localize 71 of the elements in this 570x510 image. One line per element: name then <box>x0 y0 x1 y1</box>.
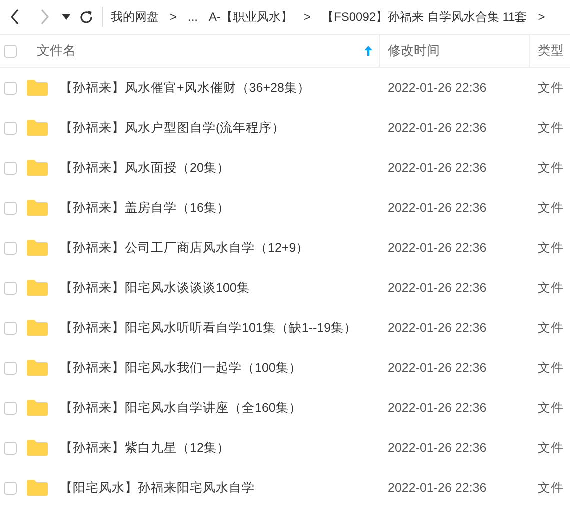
row-checkbox[interactable] <box>4 282 17 294</box>
file-type: 文件 <box>537 280 565 296</box>
file-type: 文件 <box>537 160 565 176</box>
folder-icon <box>27 240 48 256</box>
breadcrumb-item[interactable]: ... <box>188 10 198 24</box>
modified-time: 2022-01-26 22:36 <box>387 121 488 135</box>
breadcrumb-item[interactable]: > <box>304 10 312 24</box>
folder-icon <box>27 440 48 456</box>
row-checkbox[interactable] <box>4 362 17 374</box>
folder-icon <box>27 80 48 96</box>
row-checkbox[interactable] <box>4 402 17 414</box>
modified-time: 2022-01-26 22:36 <box>387 481 488 495</box>
file-name[interactable]: 【孙福来】阳宅风水听听看自学101集（缺1--19集） <box>60 320 358 336</box>
modified-time: 2022-01-26 22:36 <box>387 321 488 335</box>
folder-icon <box>27 200 48 216</box>
select-all-checkbox[interactable] <box>4 44 17 58</box>
file-type: 文件 <box>537 360 565 376</box>
modified-time: 2022-01-26 22:36 <box>387 81 488 95</box>
file-name[interactable]: 【孙福来】风水户型图自学(流年程序） <box>60 120 286 136</box>
row-checkbox[interactable] <box>4 162 17 174</box>
folder-icon <box>27 480 48 496</box>
modified-time: 2022-01-26 22:36 <box>387 361 488 375</box>
breadcrumb-item[interactable]: 【FS0092】孙福来 自学风水合集 11套 <box>322 8 528 26</box>
modified-time: 2022-01-26 22:36 <box>387 401 488 415</box>
caret-icon[interactable] <box>62 14 71 20</box>
row-checkbox[interactable] <box>4 82 17 94</box>
folder-icon <box>27 320 48 336</box>
column-header[interactable]: 类型 <box>538 42 564 60</box>
row-checkbox[interactable] <box>4 202 17 214</box>
file-type: 文件 <box>537 480 565 496</box>
modified-time: 2022-01-26 22:36 <box>387 281 488 295</box>
file-name[interactable]: 【阳宅风水】孙福来阳宅风水自学 <box>60 480 255 496</box>
modified-time: 2022-01-26 22:36 <box>387 161 488 175</box>
file-name[interactable]: 【孙福来】风水面授（20集） <box>60 160 230 176</box>
file-type: 文件 <box>537 200 565 216</box>
breadcrumb-item[interactable]: A-【职业风水】 <box>209 8 294 26</box>
row-checkbox[interactable] <box>4 442 17 454</box>
file-type: 文件 <box>537 240 565 256</box>
file-name[interactable]: 【孙福来】盖房自学（16集） <box>60 200 230 216</box>
breadcrumb-item[interactable]: 我的网盘 <box>111 8 159 26</box>
folder-icon <box>27 400 48 416</box>
modified-time: 2022-01-26 22:36 <box>387 441 488 455</box>
modified-time: 2022-01-26 22:36 <box>387 241 488 255</box>
file-name[interactable]: 【孙福来】紫白九星（12集） <box>60 440 230 456</box>
folder-icon <box>27 360 48 376</box>
file-name[interactable]: 【孙福来】风水催官+风水催财（36+28集） <box>60 80 310 96</box>
file-type: 文件 <box>537 120 565 136</box>
file-name[interactable]: 【孙福来】公司工厂商店风水自学（12+9） <box>60 240 310 256</box>
folder-icon <box>27 120 48 136</box>
breadcrumb-item[interactable]: > <box>170 10 178 24</box>
file-name[interactable]: 【孙福来】阳宅风水谈谈谈100集 <box>60 280 250 296</box>
column-header[interactable]: 修改时间 <box>388 42 440 60</box>
folder-icon <box>27 160 48 176</box>
column-header[interactable]: 文件名 <box>37 42 364 60</box>
row-checkbox[interactable] <box>4 122 17 134</box>
folder-icon <box>27 280 48 296</box>
file-type: 文件 <box>537 400 565 416</box>
modified-time: 2022-01-26 22:36 <box>387 201 488 215</box>
file-name[interactable]: 【孙福来】阳宅风水自学讲座（全160集） <box>60 400 302 416</box>
back-icon[interactable] <box>10 9 20 25</box>
file-type: 文件 <box>537 80 565 96</box>
refresh-icon[interactable] <box>79 10 94 24</box>
file-type: 文件 <box>537 320 565 336</box>
row-checkbox[interactable] <box>4 482 17 494</box>
forward-icon[interactable] <box>40 9 50 25</box>
sort-up-icon[interactable] <box>364 45 373 57</box>
breadcrumb-item[interactable]: > <box>538 10 546 24</box>
row-checkbox[interactable] <box>4 322 17 334</box>
row-checkbox[interactable] <box>4 242 17 254</box>
file-type: 文件 <box>537 440 565 456</box>
file-name[interactable]: 【孙福来】阳宅风水我们一起学（100集） <box>60 360 302 376</box>
